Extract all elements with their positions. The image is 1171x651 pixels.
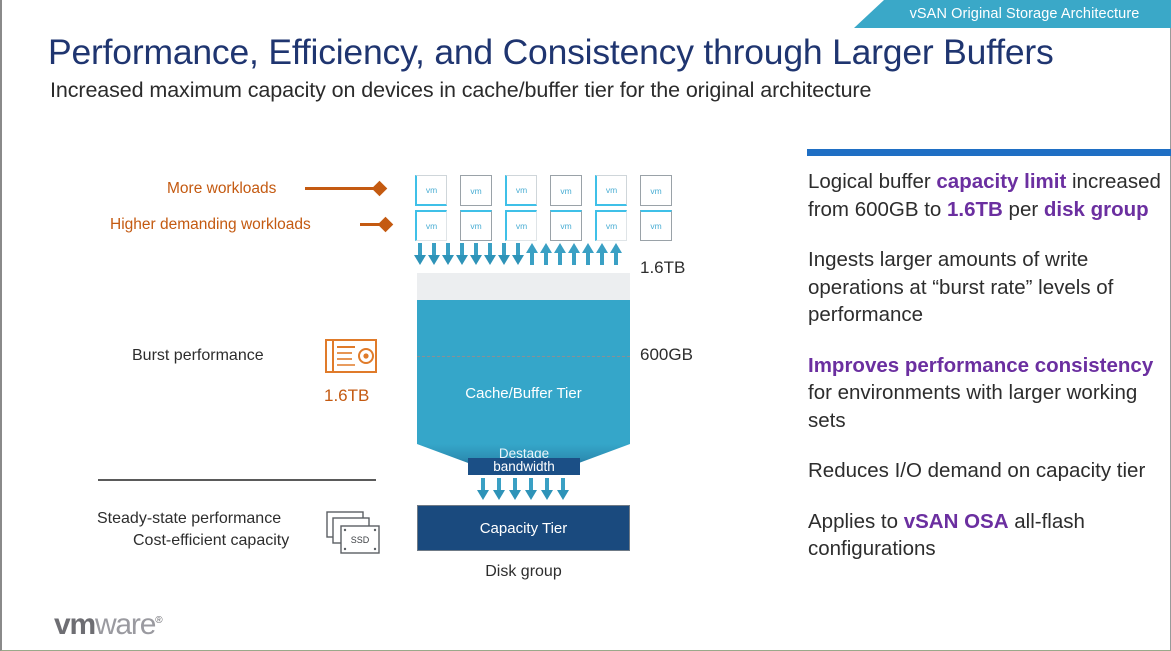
ingest-arrow-down [455,243,469,265]
600gb-gridline [417,356,630,357]
capacity-tier-block: Capacity Tier [417,505,630,551]
read-arrow-up [525,243,539,265]
ingest-arrow-down [427,243,441,265]
destage-arrow-down [524,478,540,500]
vm-row-top: vm vm vm vm vm vm [415,175,672,206]
vmware-logo: vmware® [54,608,163,642]
tick-16tb: 1.6TB [640,258,686,277]
disk-group-label: Disk group [485,563,562,580]
flash-device-icon [325,339,377,373]
body-text: Applies to [808,509,904,533]
ingest-arrow-down [469,243,483,265]
slide-canvas: vSAN Original Storage Architecture Perfo… [0,0,1171,651]
right-panel-text: Logical buffer capacity limit increased … [808,168,1170,563]
label-burst-performance: Burst performance [132,347,264,364]
vm-box: vm [640,210,672,241]
vm-box: vm [550,210,582,241]
label-cost-efficient-capacity: Cost-efficient capacity [133,532,290,549]
body-text: for environments with larger working set… [808,381,1138,432]
tick-600gb: 600GB [640,345,693,364]
highlight-text: disk group [1043,197,1149,221]
destage-arrows [476,478,572,500]
vmware-logo-light: ware [94,608,156,641]
highlight-text: vSAN OSA [903,509,1009,533]
page-subtitle: Increased maximum capacity on devices in… [50,78,872,102]
vm-box: vm [415,175,447,206]
vm-box: vm [415,210,447,241]
body-text: Logical buffer [808,170,937,193]
right-panel-paragraph: Reduces I/O demand on capacity tier [808,457,1170,485]
label-steady-state-performance: Steady-state performance [97,510,282,527]
vm-box: vm [550,175,582,206]
destage-arrow-down [476,478,492,500]
read-arrow-up [553,243,567,265]
vm-box: vm [460,210,492,241]
ingest-arrow-down [483,243,497,265]
read-arrow-up [567,243,581,265]
destage-arrow-down [508,478,524,500]
label-burst-capacity: 1.6TB [324,386,370,405]
vm-box: vm [460,175,492,206]
read-arrow-up [595,243,609,265]
right-panel-accent-bar [807,149,1171,156]
cache-buffer-tier-label: Cache/Buffer Tier [465,385,582,402]
page-title: Performance, Efficiency, and Consistency… [48,32,1054,72]
ingest-arrow-down [511,243,525,265]
destage-label-line2: bandwidth [468,458,580,475]
right-panel-paragraph: Logical buffer capacity limit increased … [808,168,1170,223]
read-arrow-up [609,243,623,265]
read-arrow-up [539,243,553,265]
buffer-headroom [417,273,630,300]
right-panel-paragraph: Improves performance consistency for env… [808,352,1170,435]
section-divider [98,479,376,481]
architecture-banner: vSAN Original Storage Architecture [854,0,1171,28]
vm-box: vm [595,210,627,241]
banner-label: vSAN Original Storage Architecture [909,6,1140,22]
label-more-workloads: More workloads [167,180,277,197]
destage-arrow-down [556,478,572,500]
vmware-logo-bold: vm [54,608,96,641]
highlight-text: 1.6TB [947,197,1003,221]
vm-box: vm [505,210,537,241]
read-arrow-up [581,243,595,265]
body-text: Reduces I/O demand on capacity tier [808,459,1146,482]
ssd-icon-text: SSD [351,535,370,545]
highlight-text: capacity limit [936,170,1067,193]
ingest-arrow-down [497,243,511,265]
destage-arrow-down [492,478,508,500]
vmware-logo-mark: ® [155,615,162,626]
more-workloads-arrow-line [305,187,379,190]
buffer-body [417,300,630,444]
vm-box: vm [505,175,537,206]
vm-box: vm [640,175,672,206]
vm-box: vm [595,175,627,206]
io-arrows [413,243,623,265]
body-text: Ingests larger amounts of write operatio… [808,248,1114,326]
more-workloads-arrow-head [371,180,388,197]
highlight-text: Improves performance consistency [808,353,1154,377]
label-higher-demanding-workloads: Higher demanding workloads [110,216,311,233]
destage-arrow-down [540,478,556,500]
right-panel-paragraph: Ingests larger amounts of write operatio… [808,246,1170,329]
ssd-stack-icon: SSD [326,511,380,554]
ingest-arrow-down [413,243,427,265]
body-text: per [1002,197,1044,221]
vm-row-bottom: vm vm vm vm vm vm [415,210,672,241]
ingest-arrow-down [441,243,455,265]
right-panel-paragraph: Applies to vSAN OSA all-flash configurat… [808,508,1170,563]
higher-workloads-arrow-head [377,216,394,233]
